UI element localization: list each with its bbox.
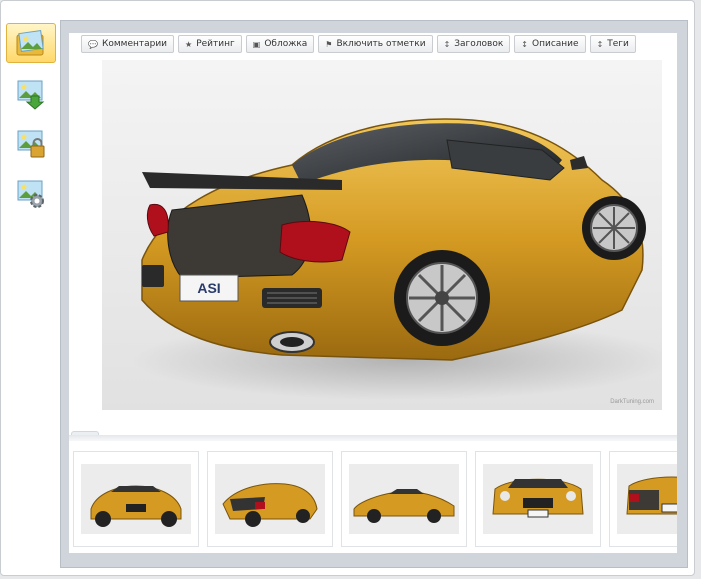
description-button-label: Описание — [532, 39, 579, 49]
cover-button[interactable]: ▣ Обложка — [245, 35, 315, 53]
tags-button[interactable]: ↕ Теги — [589, 35, 636, 53]
photo-viewer-window: 💬 Комментарии ★ Рейтинг ▣ Обложка ⚑ Вклю… — [0, 0, 695, 576]
photo-toolbar: 💬 Комментарии ★ Рейтинг ▣ Обложка ⚑ Вклю… — [81, 35, 636, 53]
thumbnail-4[interactable] — [475, 451, 601, 547]
thumbnail-1[interactable] — [73, 451, 199, 547]
rating-button[interactable]: ★ Рейтинг — [178, 35, 242, 53]
cover-button-label: Обложка — [264, 39, 308, 49]
sort-icon: ↕ — [521, 39, 528, 49]
thumbnail-divider — [69, 435, 677, 441]
thumbnail-strip — [73, 451, 677, 549]
rating-button-label: Рейтинг — [196, 39, 235, 49]
thumbnail-2[interactable] — [207, 451, 333, 547]
photo-download-icon — [17, 80, 45, 110]
watermark-text: DarkTuning.com — [610, 399, 654, 405]
star-icon: ★ — [185, 39, 193, 49]
photo-lock-icon — [17, 130, 45, 158]
thumbnail-3[interactable] — [341, 451, 467, 547]
viewer-frame: 💬 Комментарии ★ Рейтинг ▣ Обложка ⚑ Вклю… — [60, 20, 688, 568]
photo-folder-icon — [16, 29, 44, 56]
comments-button[interactable]: 💬 Комментарии — [81, 35, 175, 53]
sidebar-item-download[interactable] — [6, 73, 56, 113]
thumbnail-image — [215, 464, 325, 534]
main-photo[interactable]: ASI DarkTuning.com — [102, 60, 662, 410]
sort-icon: ↕ — [596, 39, 604, 49]
tags-button-label: Теги — [607, 39, 629, 49]
thumbnail-5[interactable] — [609, 451, 677, 547]
thumbnail-image — [483, 464, 593, 534]
plate-text: ASI — [197, 280, 220, 296]
thumbnail-image — [81, 464, 191, 534]
comments-button-label: Комментарии — [101, 39, 168, 49]
comment-icon: 💬 — [88, 39, 98, 49]
title-button-label: Заголовок — [454, 39, 504, 49]
image-icon: ▣ — [252, 39, 261, 49]
sort-icon: ↕ — [443, 39, 451, 49]
title-button[interactable]: ↕ Заголовок — [436, 35, 511, 53]
enable-tags-button-label: Включить отметки — [336, 39, 426, 49]
viewer-panel: 💬 Комментарии ★ Рейтинг ▣ Обложка ⚑ Вклю… — [69, 33, 677, 553]
description-button[interactable]: ↕ Описание — [514, 35, 586, 53]
photo-settings-icon — [17, 180, 44, 208]
sidebar-item-photos[interactable] — [6, 23, 56, 63]
thumbnail-image — [349, 464, 459, 534]
tag-icon: ⚑ — [325, 39, 333, 49]
sidebar-item-settings[interactable] — [6, 173, 56, 213]
sidebar — [5, 23, 57, 213]
enable-tags-button[interactable]: ⚑ Включить отметки — [318, 35, 433, 53]
thumbnail-image — [617, 464, 677, 534]
sidebar-item-privacy[interactable] — [6, 123, 56, 163]
car-photo: ASI DarkTuning.com — [132, 118, 662, 405]
